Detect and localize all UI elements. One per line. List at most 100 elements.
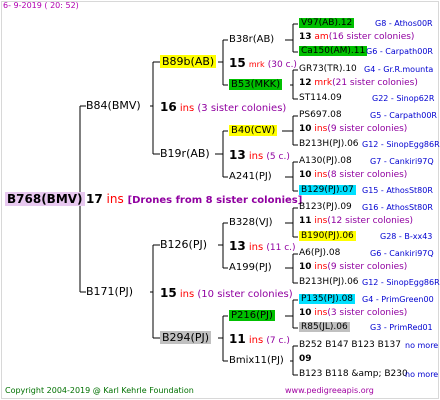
gen4-queen-3[interactable]: GR73(TR).10 <box>299 64 357 74</box>
gen4-route-6: G12 - SinopEgg86R <box>362 140 440 149</box>
gen3-queen-7[interactable]: P216(PJ) <box>229 310 275 321</box>
gen2-note-2: (5 c.) <box>266 152 290 162</box>
gen4-note-5: (12 sister colonies) <box>327 216 414 226</box>
gen2-note-4: (7 c.) <box>266 336 290 346</box>
gen4-drones-4: 10 ins(8 sister colonies) <box>299 170 407 180</box>
gen4-queen-8[interactable]: B129(PJ).07 <box>299 185 356 195</box>
root-note: [Drones from 8 sister colonies] <box>127 195 303 206</box>
gen2-ins-4: ins <box>248 335 264 346</box>
gen4-count-8: 09 <box>299 354 312 364</box>
gen4-queen-1[interactable]: V97(AB).12 <box>299 18 355 28</box>
gen4-note-4: (8 sister colonies) <box>327 170 408 180</box>
gen4-route-16: no more <box>405 370 439 379</box>
gen2-info-3: 13 ins (11 c.) <box>229 239 296 253</box>
gen4-drones-5: 11 ins(12 sister colonies) <box>299 216 413 226</box>
gen4-count-7: 10 <box>299 308 312 318</box>
gen4-route-8: G15 - AthosSt80R <box>362 186 433 195</box>
gen4-queen-11[interactable]: A6(PJ).08 <box>299 248 340 258</box>
gen4-queen-10[interactable]: B190(PJ).06 <box>299 231 356 241</box>
gen1-count-2: 15 <box>160 286 177 300</box>
report-date: 6- 9-2019 ( 20: 52) <box>3 1 79 10</box>
gen4-count-2: 12 <box>299 78 312 88</box>
gen1-info-1: 16 ins (3 sister colonies) <box>160 100 286 114</box>
gen2-queen-2[interactable]: B19r(AB) <box>160 147 210 160</box>
gen4-queen-15[interactable]: B252 B147 B123 B137 <box>299 340 401 350</box>
gen1-ins-1: ins <box>179 103 195 114</box>
gen4-route-1: G8 - Athos00R <box>375 19 433 28</box>
gen2-info-2: 13 ins (5 c.) <box>229 148 290 162</box>
gen4-route-15: no more <box>405 341 439 350</box>
gen4-ins-5: ins <box>314 216 328 226</box>
gen4-note-2: (21 sister colonies) <box>332 78 418 88</box>
gen2-queen-3[interactable]: B126(PJ) <box>160 238 207 251</box>
gen4-note-6: (9 sister colonies) <box>327 262 408 272</box>
gen2-count-3: 13 <box>229 239 246 253</box>
gen4-queen-2[interactable]: Ca150(AM).11 <box>299 46 368 56</box>
gen4-note-3: (9 sister colonies) <box>327 124 408 134</box>
gen4-route-2: G6 - Carpath00R <box>366 47 433 56</box>
gen4-route-5: G5 - Carpath00R <box>370 111 437 120</box>
gen4-count-4: 10 <box>299 170 312 180</box>
gen4-count-1: 13 <box>299 32 312 42</box>
gen3-queen-5[interactable]: B328(VJ) <box>229 217 273 228</box>
gen4-count-3: 10 <box>299 124 312 134</box>
gen2-info-1: 15 mrk (30 c.) <box>229 56 297 70</box>
gen4-queen-4[interactable]: ST114.09 <box>299 93 342 103</box>
gen4-ins-2: mrk <box>314 78 333 88</box>
gen4-note-7: (3 sister colonies) <box>327 308 408 318</box>
gen4-route-10: G28 - B-xx43 <box>380 232 433 241</box>
gen2-info-4: 11 ins (7 c.) <box>229 332 290 346</box>
gen4-ins-6: ins <box>314 262 328 272</box>
gen3-queen-1[interactable]: B38r(AB) <box>229 34 274 45</box>
root-ins: ins <box>106 192 124 206</box>
gen4-route-13: G4 - PrimGreen00 <box>362 295 434 304</box>
gen2-note-1: (30 c.) <box>267 60 297 70</box>
gen4-drones-1: 13 am(16 sister colonies) <box>299 32 414 42</box>
gen4-route-7: G7 - Cankiri97Q <box>370 157 434 166</box>
gen4-note-1: (16 sister colonies) <box>328 32 415 42</box>
root-queen[interactable]: B768(BMV) <box>5 192 85 206</box>
gen3-queen-3[interactable]: B40(CW) <box>229 125 278 136</box>
gen4-drones-3: 10 ins(9 sister colonies) <box>299 124 407 134</box>
root-count: 17 <box>86 192 103 206</box>
gen1-note-2: (10 sister colonies) <box>197 289 293 300</box>
gen4-ins-1: am <box>314 32 329 42</box>
gen2-count-4: 11 <box>229 332 246 346</box>
gen4-queen-16[interactable]: B123 B118 &amp; B230 <box>299 369 408 379</box>
gen4-queen-5[interactable]: PS697.08 <box>299 110 342 120</box>
gen3-queen-4[interactable]: A241(PJ) <box>229 171 272 182</box>
gen4-route-11: G6 - Cankiri97Q <box>370 249 434 258</box>
gen4-route-3: G4 - Gr.R.mounta <box>364 65 434 74</box>
gen2-count-1: 15 <box>229 56 246 70</box>
copyright-notice: Copyright 2004-2019 @ Karl Kehrle Founda… <box>5 386 194 395</box>
gen1-ins-2: ins <box>179 289 195 300</box>
gen4-queen-9[interactable]: B123(PJ).09 <box>299 202 352 212</box>
gen4-drones-2: 12 mrk(21 sister colonies) <box>299 78 418 88</box>
gen4-queen-13[interactable]: P135(PJ).08 <box>299 294 356 304</box>
gen2-ins-3: ins <box>248 242 264 253</box>
gen3-queen-6[interactable]: A199(PJ) <box>229 262 272 273</box>
gen2-queen-1[interactable]: B89b(AB) <box>160 55 217 68</box>
gen1-info-2: 15 ins (10 sister colonies) <box>160 286 293 300</box>
gen2-note-3: (11 c.) <box>266 243 296 253</box>
gen4-queen-6[interactable]: B213H(PJ).06 <box>299 139 359 149</box>
gen4-ins-7: ins <box>314 308 328 318</box>
gen3-queen-8[interactable]: Bmix11(PJ) <box>229 355 284 366</box>
gen3-queen-2[interactable]: B53(MKK) <box>229 79 283 90</box>
site-link[interactable]: www.pedigreeapis.org <box>285 386 374 395</box>
gen4-drones-8: 09 <box>299 354 312 364</box>
gen2-ins-1: mrk <box>248 60 265 69</box>
gen4-ins-4: ins <box>314 170 328 180</box>
gen4-queen-12[interactable]: B213H(PJ).06 <box>299 277 359 287</box>
gen2-queen-4[interactable]: B294(PJ) <box>160 331 212 344</box>
gen4-route-9: G16 - AthosSt80R <box>362 203 433 212</box>
gen4-queen-7[interactable]: A130(PJ).08 <box>299 156 352 166</box>
gen2-ins-2: ins <box>248 151 264 162</box>
gen1-queen-1[interactable]: B84(BMV) <box>86 99 141 112</box>
gen4-route-12: G12 - SinopEgg86R <box>362 278 440 287</box>
gen4-queen-14[interactable]: R85(JL).06 <box>299 322 350 332</box>
gen1-count-1: 16 <box>160 100 177 114</box>
gen2-count-2: 13 <box>229 148 246 162</box>
gen1-note-1: (3 sister colonies) <box>197 103 287 114</box>
gen1-queen-2[interactable]: B171(PJ) <box>86 285 133 298</box>
